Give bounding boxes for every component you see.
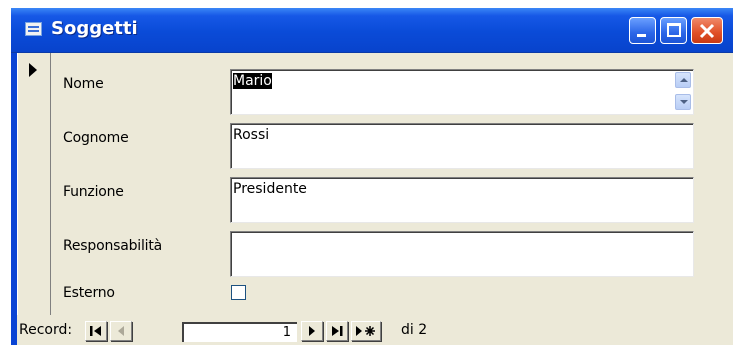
last-record-icon (332, 326, 343, 336)
cognome-label: Cognome (63, 130, 129, 146)
close-button[interactable] (691, 17, 723, 44)
title-bar[interactable]: Soggetti (11, 8, 733, 53)
current-record-arrow-icon (29, 63, 37, 77)
esterno-label: Esterno (63, 285, 115, 301)
arrow-up-icon (680, 78, 688, 82)
form-window: Soggetti Nome Mario Cognome Rossi Funzio… (11, 8, 733, 345)
record-selector[interactable] (17, 53, 51, 315)
esterno-checkbox[interactable] (231, 285, 246, 300)
funzione-label: Funzione (63, 184, 124, 200)
close-icon (699, 23, 715, 39)
responsabilita-field[interactable] (230, 231, 694, 277)
new-record-icon (356, 326, 375, 336)
nome-field[interactable]: Mario (230, 69, 694, 115)
funzione-value: Presidente (233, 181, 307, 197)
nome-label: Nome (63, 76, 104, 92)
desktop-edge (0, 0, 11, 345)
minimize-icon (637, 34, 646, 37)
form-body: Nome Mario Cognome Rossi Funzione Presid… (17, 53, 733, 345)
nome-value: Mario (233, 73, 272, 89)
cognome-field[interactable]: Rossi (230, 123, 694, 169)
last-record-button[interactable] (326, 321, 348, 341)
record-navigation-bar: Record: 1 di 2 (17, 315, 733, 345)
funzione-field[interactable]: Presidente (230, 177, 694, 223)
cognome-value: Rossi (233, 127, 270, 143)
maximize-button[interactable] (660, 17, 687, 44)
record-total: di 2 (401, 322, 428, 338)
new-record-button[interactable] (351, 321, 381, 341)
first-record-button[interactable] (85, 321, 107, 341)
scroll-down-button[interactable] (675, 94, 691, 110)
scroll-up-button[interactable] (675, 72, 691, 88)
record-label: Record: (19, 322, 73, 338)
arrow-down-icon (680, 100, 688, 104)
previous-record-button[interactable] (110, 321, 132, 341)
next-record-icon (309, 326, 315, 336)
minimize-button[interactable] (629, 17, 656, 44)
next-record-button[interactable] (301, 321, 323, 341)
form-icon (25, 22, 42, 36)
record-number-input[interactable]: 1 (182, 322, 297, 342)
window-title: Soggetti (51, 18, 138, 39)
first-record-icon (90, 326, 101, 336)
responsabilita-label: Responsabilità (63, 238, 163, 254)
previous-record-icon (118, 326, 124, 336)
maximize-icon (667, 23, 681, 37)
nome-scrollbar[interactable] (675, 72, 691, 114)
